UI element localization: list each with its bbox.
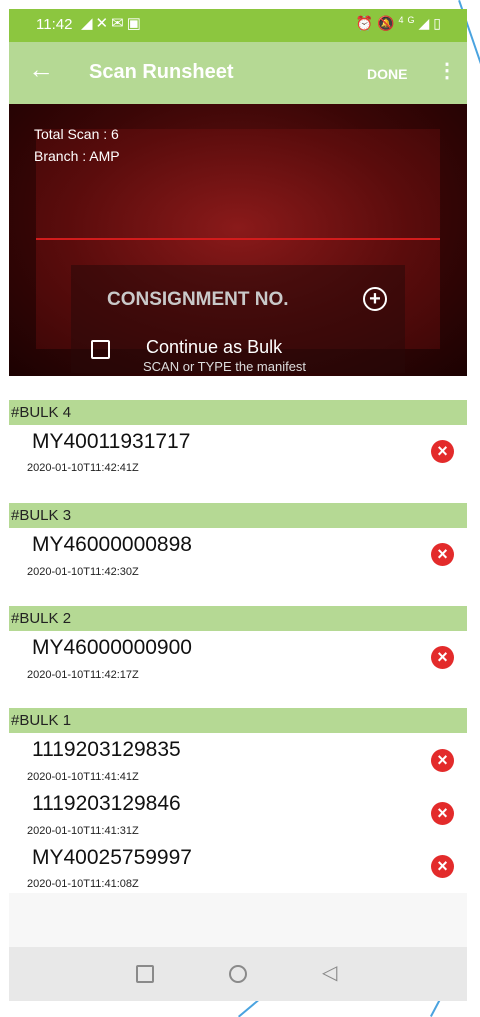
consignment-id: MY46000000900 (32, 636, 192, 659)
recents-icon[interactable] (136, 965, 154, 983)
delete-icon[interactable]: × (431, 802, 454, 825)
done-button[interactable]: DONE (367, 66, 407, 82)
consignment-id: MY46000000898 (32, 533, 192, 556)
scanner-view[interactable]: Total Scan : 6 Branch : AMP CONSIGNMENT … (9, 104, 467, 376)
notification-icon: ✕ (95, 15, 112, 32)
consignment-input-panel: CONSIGNMENT NO. + Continue as Bulk SCAN … (71, 265, 405, 374)
scan-timestamp: 2020-01-10T11:42:17Z (27, 669, 139, 681)
scan-laser-line (36, 238, 440, 240)
consignment-id: 1119203129835 (32, 738, 181, 761)
back-triangle-icon[interactable]: ◁ (322, 962, 337, 984)
notification-icon: ◢ (81, 15, 96, 32)
mail-icon: ✉ (111, 15, 127, 32)
system-icons: ⏰🔕4G◢▯ (356, 15, 445, 32)
continue-bulk-label[interactable]: Continue as Bulk (146, 337, 282, 358)
notification-icons: ◢✕✉▣ (81, 14, 144, 32)
group-header-bulk-4: #BULK 4 (9, 400, 467, 425)
home-icon[interactable] (229, 965, 247, 983)
back-arrow-icon[interactable]: ← (28, 56, 54, 82)
scan-timestamp: 2020-01-10T11:42:30Z (27, 566, 139, 578)
scan-timestamp: 2020-01-10T11:42:41Z (27, 462, 139, 474)
scan-timestamp: 2020-01-10T11:41:31Z (27, 825, 139, 837)
status-bar: 11:42 ◢✕✉▣ ⏰🔕4G◢▯ (9, 9, 467, 42)
status-time: 11:42 (36, 16, 73, 33)
delete-icon[interactable]: × (431, 646, 454, 669)
delete-icon[interactable]: × (431, 543, 454, 566)
empty-space (9, 893, 467, 947)
app-bar: ← Scan Runsheet DONE ⋮ (9, 42, 467, 104)
battery-icon: ▯ (433, 15, 445, 31)
consignment-id: MY40011931717 (32, 430, 191, 453)
gallery-icon: ▣ (126, 15, 144, 32)
consignment-id: 1119203129846 (32, 792, 181, 815)
total-scan-text: Total Scan : 6 (34, 126, 119, 142)
consignment-id: MY40025759997 (32, 846, 192, 869)
scan-timestamp: 2020-01-10T11:41:41Z (27, 771, 139, 783)
delete-icon[interactable]: × (431, 749, 454, 772)
mute-icon: 🔕 (377, 15, 399, 31)
more-vertical-icon[interactable]: ⋮ (437, 58, 457, 84)
consignment-input[interactable]: CONSIGNMENT NO. (107, 289, 289, 311)
navigation-bar: ◁ (9, 947, 467, 1001)
continue-bulk-checkbox[interactable] (91, 340, 110, 359)
group-header-bulk-1: #BULK 1 (9, 708, 467, 733)
branch-text: Branch : AMP (34, 148, 120, 164)
group-header-bulk-3: #BULK 3 (9, 503, 467, 528)
page-title: Scan Runsheet (89, 61, 234, 83)
scan-hint-text: SCAN or TYPE the manifest (143, 359, 307, 374)
signal-icon: ◢ (418, 15, 434, 31)
add-plus-icon[interactable]: + (363, 287, 387, 311)
group-header-bulk-2: #BULK 2 (9, 606, 467, 631)
delete-icon[interactable]: × (431, 855, 454, 878)
delete-icon[interactable]: × (431, 440, 454, 463)
alarm-icon: ⏰ (355, 15, 378, 31)
4g-signal-icon: 4G (398, 15, 419, 25)
scan-timestamp: 2020-01-10T11:41:08Z (27, 878, 139, 890)
phone-screen: 11:42 ◢✕✉▣ ⏰🔕4G◢▯ ← Scan Runsheet DONE ⋮… (9, 9, 467, 1001)
